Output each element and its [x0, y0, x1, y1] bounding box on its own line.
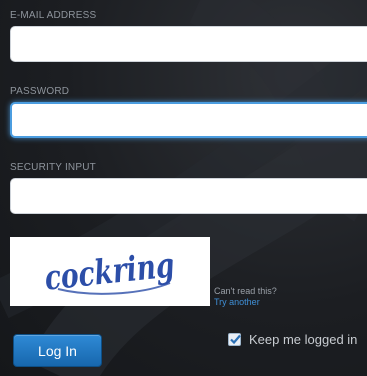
keep-logged-in-toggle[interactable]: Keep me logged in: [228, 332, 357, 347]
password-field[interactable]: [10, 102, 367, 138]
keep-logged-in-label: Keep me logged in: [249, 332, 358, 347]
captcha-help: Can't read this? Try another: [214, 286, 277, 308]
captcha-image: cockring: [10, 237, 210, 306]
security-input-field[interactable]: [10, 178, 367, 214]
try-another-link[interactable]: Try another: [214, 297, 277, 308]
keep-logged-in-checkbox[interactable]: [228, 333, 241, 346]
checkmark-icon: [230, 334, 241, 345]
cant-read-text: Can't read this?: [214, 286, 277, 296]
email-field[interactable]: [10, 26, 367, 62]
email-label: E-MAIL ADDRESS: [10, 10, 97, 21]
login-button[interactable]: Log In: [13, 334, 102, 367]
password-label: PASSWORD: [10, 86, 70, 97]
security-input-label: SECURITY INPUT: [10, 162, 96, 173]
